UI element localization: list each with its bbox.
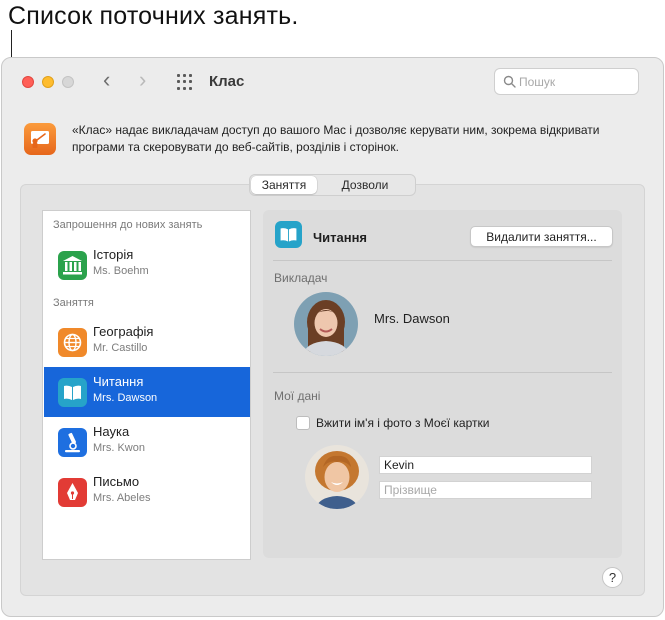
class-name: Географія xyxy=(93,324,154,339)
zoom-window-button[interactable] xyxy=(62,76,74,88)
search-icon xyxy=(503,75,516,88)
tab-permissions[interactable]: Дозволи xyxy=(317,176,413,194)
class-teacher: Mrs. Dawson xyxy=(93,392,158,404)
callout-text: Список поточних занять. xyxy=(8,2,299,30)
class-name: Письмо xyxy=(93,474,140,489)
use-card-checkbox[interactable] xyxy=(296,416,310,430)
class-name: Читання xyxy=(93,374,144,389)
class-teacher: Ms. Boehm xyxy=(93,265,149,277)
tab-classes[interactable]: Заняття xyxy=(251,176,317,194)
search-input[interactable] xyxy=(519,73,629,91)
minimize-window-button[interactable] xyxy=(42,76,54,88)
my-info-section-label: Мої дані xyxy=(274,389,321,403)
last-name-field[interactable] xyxy=(379,481,592,499)
class-title: Читання xyxy=(313,230,368,245)
segmented-tabs: Заняття Дозволи xyxy=(249,174,416,196)
book-icon xyxy=(275,221,302,248)
divider xyxy=(273,260,612,261)
delete-class-button[interactable]: Видалити заняття... xyxy=(470,226,613,247)
close-window-button[interactable] xyxy=(22,76,34,88)
help-button[interactable]: ? xyxy=(602,567,623,588)
window-title: Клас xyxy=(209,73,245,90)
use-card-label: Вжити ім'я і фото з Моєї картки xyxy=(316,416,490,430)
teacher-section-label: Викладач xyxy=(274,271,328,285)
class-teacher: Mrs. Kwon xyxy=(93,442,145,454)
class-name: Наука xyxy=(93,424,130,439)
divider xyxy=(273,372,612,373)
show-all-grid-icon[interactable] xyxy=(177,74,195,90)
teacher-avatar xyxy=(294,292,358,356)
list-item-reading[interactable]: Читання Mrs. Dawson xyxy=(44,367,250,417)
list-item-history[interactable]: Історія Ms. Boehm xyxy=(44,240,250,290)
list-item-science[interactable]: Наука Mrs. Kwon xyxy=(44,417,250,467)
forward-chevron-icon[interactable]: › xyxy=(139,69,146,91)
class-detail-panel xyxy=(263,210,622,558)
class-teacher: Mrs. Abeles xyxy=(93,492,151,504)
microscope-icon xyxy=(58,428,87,457)
class-name: Історія xyxy=(93,247,134,262)
back-chevron-icon[interactable]: ‹ xyxy=(103,69,110,91)
book-icon xyxy=(58,378,87,407)
title-bar: ‹ › Клас xyxy=(2,58,663,106)
first-name-field[interactable] xyxy=(379,456,592,474)
globe-icon xyxy=(58,328,87,357)
app-description: «Клас» надає викладачам доступ до вашого… xyxy=(72,123,600,154)
history-columns-icon xyxy=(58,251,87,280)
student-avatar xyxy=(305,445,369,509)
class-list: Запрошення до нових занять Історія Ms. B… xyxy=(42,210,251,560)
classes-header: Заняття xyxy=(53,297,94,309)
class-teacher: Mr. Castillo xyxy=(93,342,148,354)
list-item-writing[interactable]: Письмо Mrs. Abeles xyxy=(44,467,250,517)
invitations-header: Запрошення до нових занять xyxy=(53,219,203,231)
teacher-name: Mrs. Dawson xyxy=(374,311,450,326)
search-field[interactable] xyxy=(494,68,639,95)
classroom-app-icon xyxy=(24,123,56,155)
pen-nib-icon xyxy=(58,478,87,507)
list-item-geography[interactable]: Географія Mr. Castillo xyxy=(44,317,250,367)
